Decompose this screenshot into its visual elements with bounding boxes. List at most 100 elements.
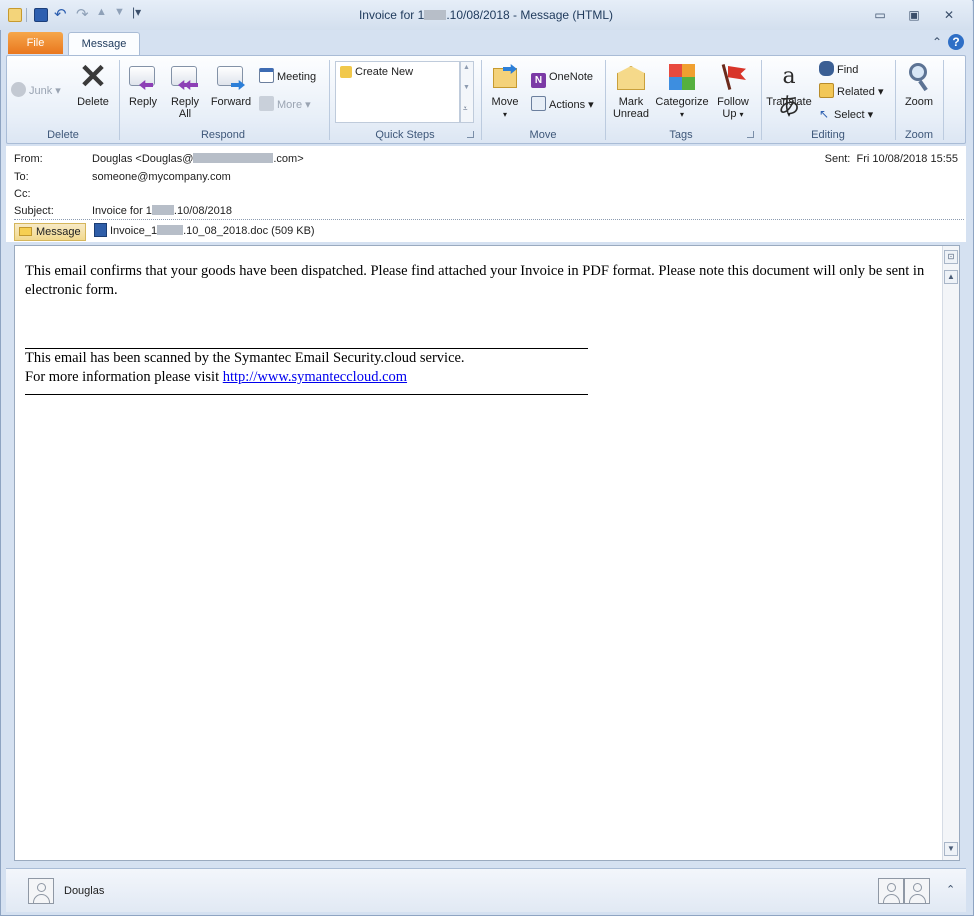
categorize-button[interactable]: Categorize ▾ (653, 62, 711, 121)
move-button[interactable]: Move ▾ (485, 62, 525, 121)
people-pane: Douglas ⌃ (6, 868, 966, 912)
related-button[interactable]: Related ▾ (819, 83, 884, 101)
mail-icon (19, 227, 32, 236)
group-label-move: Move (529, 129, 557, 141)
quick-steps-scroll[interactable]: ▲ ▼ ⩡ (460, 61, 474, 123)
reply-all-label-1: Reply (170, 96, 200, 108)
mark-unread-button[interactable]: Mark Unread (609, 62, 653, 120)
redacted-block (424, 10, 447, 20)
forward-label: Forward (210, 96, 252, 108)
close-icon[interactable]: ✕ (942, 9, 956, 21)
group-label-quick-steps: Quick Steps (375, 129, 435, 141)
avatar[interactable] (904, 878, 930, 904)
minimize-ribbon-icon[interactable]: ⌃ (932, 35, 942, 49)
avatar[interactable] (878, 878, 904, 904)
select-button[interactable]: ↖ Select ▾ (819, 105, 873, 123)
scroll-down-icon[interactable]: ▼ (944, 842, 958, 856)
message-tab-button[interactable]: Message (14, 223, 86, 241)
subject-label: Subject: (14, 205, 54, 217)
message-body: This email confirms that your goods have… (14, 245, 960, 861)
related-icon (819, 83, 834, 98)
reply-icon (127, 62, 159, 92)
zoom-button[interactable]: Zoom (899, 62, 939, 108)
calendar-icon (259, 68, 274, 83)
group-label-zoom: Zoom (904, 129, 934, 141)
help-icon[interactable]: ? (948, 34, 964, 50)
junk-button[interactable]: Junk ▾ (11, 82, 61, 100)
meeting-button[interactable]: Meeting (259, 68, 316, 86)
mark-unread-label-2: Unread (612, 108, 650, 120)
lightning-icon (340, 66, 352, 78)
junk-icon (11, 82, 26, 97)
quick-steps-gallery[interactable]: Create New (335, 61, 460, 123)
sent-value: Fri 10/08/2018 15:55 (856, 153, 958, 165)
avatar[interactable] (28, 878, 54, 904)
redacted-block (157, 225, 184, 235)
reply-all-button[interactable]: Reply All (165, 62, 205, 120)
ribbon: Junk ▾ ✕ Delete Delete Reply Reply All Fo… (6, 55, 966, 144)
word-doc-icon (94, 223, 107, 237)
tab-file[interactable]: File (8, 32, 63, 54)
from-value[interactable]: Douglas <Douglas@ .com> (92, 153, 304, 165)
group-label-delete: Delete (47, 129, 79, 141)
tags-launcher[interactable] (747, 131, 754, 138)
from-label: From: (14, 153, 43, 165)
magnifier-icon (903, 62, 935, 92)
to-value[interactable]: someone@mycompany.com (92, 171, 231, 183)
window-title: Invoice for 1.10/08/2018 - Message (HTML… (358, 8, 614, 22)
forward-button[interactable]: Forward (207, 62, 255, 108)
binoculars-icon (819, 61, 834, 76)
quick-steps-launcher[interactable] (467, 131, 474, 138)
reply-all-label-2: All (178, 108, 192, 120)
sent-info: Sent: Fri 10/08/2018 15:55 (824, 153, 958, 165)
vertical-scrollbar[interactable]: ⊡ ▲ ▼ (942, 246, 959, 860)
move-label: Move (491, 96, 519, 108)
reply-all-icon (169, 62, 201, 92)
people-name[interactable]: Douglas (64, 885, 104, 897)
subject-value: Invoice for 1.10/08/2018 (92, 205, 233, 217)
find-button[interactable]: Find (819, 61, 858, 79)
zoom-label: Zoom (904, 96, 934, 108)
translate-button[interactable]: aあ Translate ▾ (763, 62, 815, 121)
help-area: ⌃? (932, 34, 964, 52)
tab-message[interactable]: Message (68, 32, 140, 56)
reply-button[interactable]: Reply (123, 62, 163, 108)
redacted-block (151, 205, 174, 215)
message-header: From: Douglas <Douglas@ .com> To: someone… (6, 146, 966, 220)
expand-people-pane-icon[interactable]: ⌃ (946, 883, 955, 896)
redacted-block (193, 153, 274, 163)
scroll-options-icon[interactable]: ⊡ (944, 250, 958, 264)
symantec-link[interactable]: http://www.symanteccloud.com (223, 369, 407, 385)
info-line: For more information please visit http:/… (25, 369, 408, 385)
group-label-editing: Editing (811, 129, 845, 141)
follow-up-button[interactable]: Follow Up ▾ (711, 62, 755, 121)
categorize-icon (666, 62, 698, 92)
restore-icon[interactable]: ▣ (907, 9, 921, 21)
mark-unread-icon (615, 62, 647, 92)
body-paragraph: This email confirms that your goods have… (25, 263, 925, 298)
cc-label: Cc: (14, 188, 31, 200)
flag-icon (717, 62, 749, 92)
attachment-item[interactable]: Invoice_1.10_08_2018.doc (509 KB) (94, 223, 315, 241)
actions-icon (531, 96, 546, 111)
create-new-quick-step[interactable]: Create New (340, 63, 413, 81)
scan-notice: This email has been scanned by the Syman… (25, 350, 465, 366)
mark-unread-label-1: Mark (618, 96, 644, 108)
reply-label: Reply (128, 96, 158, 108)
divider-line (25, 394, 588, 395)
group-label-tags: Tags (669, 129, 693, 141)
more-respond-icon (259, 96, 274, 111)
follow-up-label-1: Follow (717, 96, 749, 108)
scroll-up-icon[interactable]: ▲ (944, 270, 958, 284)
categorize-label: Categorize (655, 96, 709, 108)
follow-up-label-2: Up (722, 108, 737, 120)
group-label-respond: Respond (200, 129, 246, 141)
actions-button[interactable]: Actions ▾ (531, 96, 594, 114)
delete-button[interactable]: ✕ Delete (71, 60, 115, 108)
title-bar: ↶ ↷ ▲ ▼ |▾ Invoice for 1.10/08/2018 - Me… (0, 0, 972, 30)
to-label: To: (14, 171, 29, 183)
more-button[interactable]: More ▾ (259, 96, 311, 114)
translate-icon: aあ (777, 64, 800, 119)
minimize-icon[interactable]: ▭ (873, 9, 887, 21)
onenote-button[interactable]: N OneNote (531, 68, 593, 88)
